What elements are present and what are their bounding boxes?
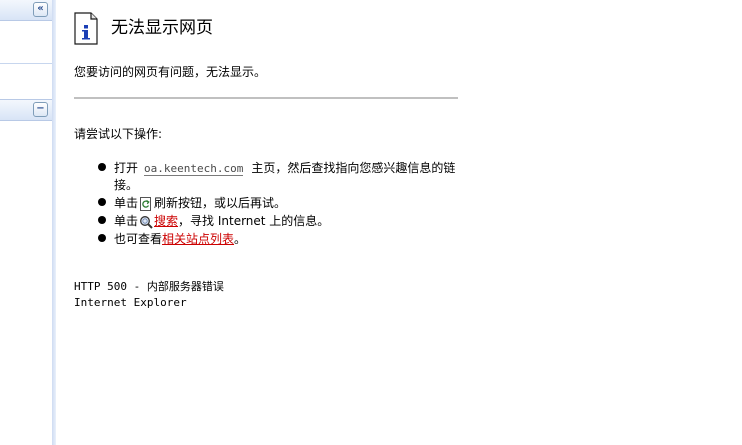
explorer-bar-header: « — [0, 0, 52, 21]
refresh-icon — [140, 196, 152, 211]
search-link[interactable]: 搜索 — [154, 214, 178, 228]
homepage-url[interactable]: oa.keentech.com — [144, 162, 244, 176]
explorer-pane-header: − — [0, 99, 52, 121]
item-text: 打开 — [114, 161, 139, 175]
explorer-bar-edge[interactable] — [52, 0, 56, 445]
bullet-icon — [98, 163, 106, 171]
bullet-icon — [98, 198, 106, 206]
item-text: 也可查看 — [114, 232, 163, 246]
http-error-code: HTTP 500 - 内部服务器错误 — [74, 280, 224, 293]
page-title: 无法显示网页 — [111, 18, 213, 38]
list-item: 单击 刷新按钮，或以后再试。 — [96, 195, 461, 211]
list-item: 也可查看相关站点列表。 — [96, 231, 461, 247]
divider — [74, 97, 458, 99]
bullet-icon — [98, 216, 106, 224]
item-text: ，寻找 Internet 上的信息。 — [178, 214, 330, 228]
minimize-pane-button[interactable]: − — [33, 102, 48, 117]
bullet-icon — [98, 234, 106, 242]
error-code-block: HTTP 500 - 内部服务器错误 Internet Explorer — [74, 279, 224, 311]
suggestions-list: 打开 oa.keentech.com 主页，然后查找指向您感兴趣信息的链接。 单击 … — [96, 160, 461, 249]
item-text: 单击 — [114, 196, 139, 210]
list-item: 打开 oa.keentech.com 主页，然后查找指向您感兴趣信息的链接。 — [96, 160, 461, 193]
info-page-icon — [74, 12, 98, 45]
item-text: 刷新按钮，或以后再试。 — [154, 196, 287, 210]
list-item: 单击 搜索，寻找 Internet 上的信息。 — [96, 213, 461, 229]
error-header: 无法显示网页 — [74, 10, 474, 50]
pane-divider — [0, 63, 52, 64]
item-text: 单击 — [114, 214, 139, 228]
item-text: 。 — [234, 232, 247, 246]
error-description: 您要访问的网页有问题，无法显示。 — [74, 65, 267, 79]
suggestions-label: 请尝试以下操作: — [74, 127, 163, 141]
related-sites-link[interactable]: 相关站点列表 — [162, 232, 234, 246]
explorer-bar: « − — [0, 0, 53, 445]
browser-name: Internet Explorer — [74, 296, 187, 309]
collapse-button[interactable]: « — [33, 2, 48, 17]
search-icon — [140, 215, 153, 229]
